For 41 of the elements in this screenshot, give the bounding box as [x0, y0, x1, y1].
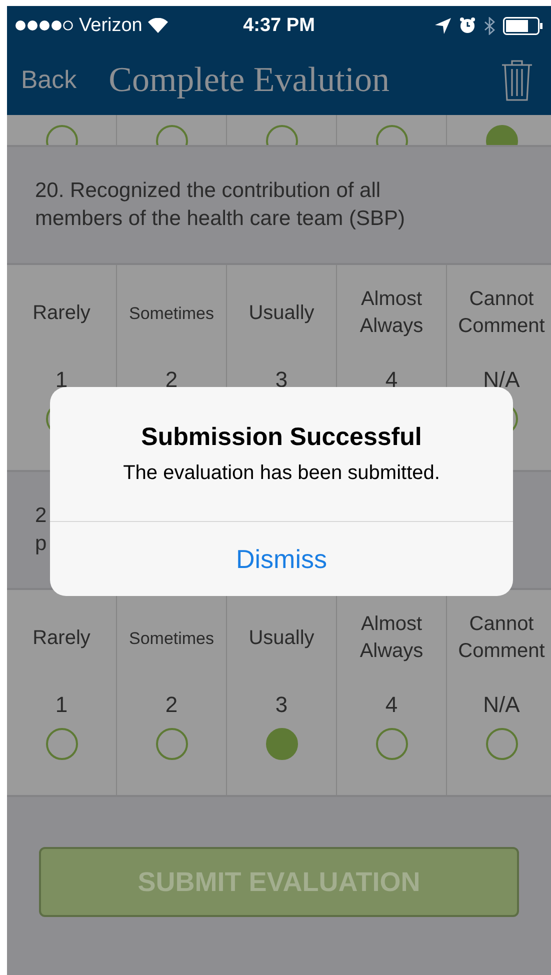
dialog-title: Submission Successful: [141, 423, 422, 452]
radio-button[interactable]: [376, 728, 408, 760]
battery-icon: [503, 16, 543, 34]
option-label: Rarely: [32, 626, 92, 650]
radio-button[interactable]: [156, 728, 188, 760]
back-button[interactable]: Back: [21, 66, 77, 94]
signal-icon: [15, 20, 73, 31]
option-value: 1: [55, 692, 68, 718]
option-value: 2: [165, 367, 178, 393]
option-label: Usually: [248, 626, 316, 650]
status-time: 4:37 PM: [243, 14, 315, 36]
question-text: 2 p: [35, 503, 47, 557]
wifi-icon: [148, 18, 168, 33]
radio-button[interactable]: [266, 728, 298, 760]
option-label: Cannot Comment: [457, 287, 546, 339]
option-value: 3: [275, 367, 288, 393]
option-label: Usually: [248, 300, 316, 326]
radio-button[interactable]: [486, 728, 518, 760]
option-value: N/A: [483, 692, 520, 718]
option-label: Sometimes: [128, 302, 216, 324]
option-value: 4: [385, 367, 398, 393]
option-value: N/A: [483, 367, 520, 393]
alarm-clock-icon: [459, 17, 476, 34]
location-arrow-icon: [435, 18, 451, 34]
option-value: 1: [55, 367, 68, 393]
option-value: 2: [165, 692, 178, 718]
trash-icon[interactable]: [501, 59, 533, 101]
option-label: Cannot Comment: [457, 612, 546, 664]
dismiss-button[interactable]: Dismiss: [50, 521, 513, 596]
question-text: 20. Recognized the contribution of all members of the health care team (SBP): [35, 178, 405, 232]
bluetooth-icon: [484, 16, 495, 34]
page-title: Complete Evalution: [108, 60, 391, 100]
option-label: Almost Always: [358, 287, 424, 339]
option-label: Sometimes: [128, 628, 216, 650]
option-label: Almost Always: [358, 612, 424, 664]
option-value: 4: [385, 692, 398, 718]
option-label: Rarely: [32, 300, 92, 326]
option-value: 3: [275, 692, 288, 718]
carrier-name: Verizon: [79, 14, 142, 36]
radio-button[interactable]: [46, 728, 78, 760]
dialog-message: The evaluation has been submitted.: [123, 462, 440, 485]
